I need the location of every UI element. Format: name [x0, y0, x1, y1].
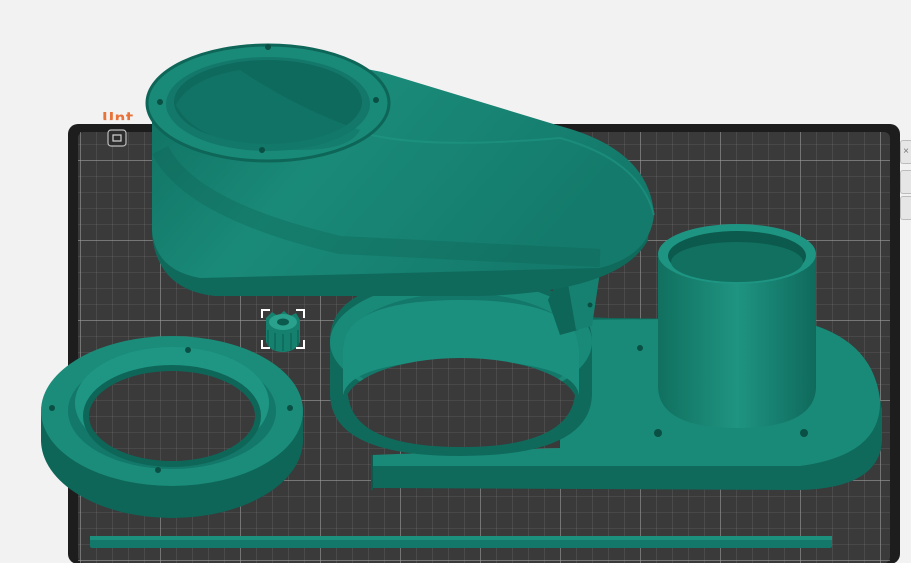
side-panel-tab[interactable] — [900, 170, 911, 194]
side-panel-close-button[interactable]: × — [900, 140, 911, 164]
part-dust-hood[interactable] — [145, 43, 655, 296]
part-flange-ring[interactable] — [41, 336, 303, 518]
part-port-tube[interactable] — [658, 224, 816, 428]
3d-viewport[interactable] — [0, 0, 911, 563]
part-long-strip[interactable] — [90, 536, 832, 548]
close-icon: × — [903, 146, 909, 157]
plate-type-icon[interactable] — [107, 129, 127, 147]
part-clamp-ring[interactable] — [330, 272, 600, 456]
side-panel-tab[interactable] — [900, 196, 911, 220]
part-small-gear[interactable] — [261, 309, 305, 352]
